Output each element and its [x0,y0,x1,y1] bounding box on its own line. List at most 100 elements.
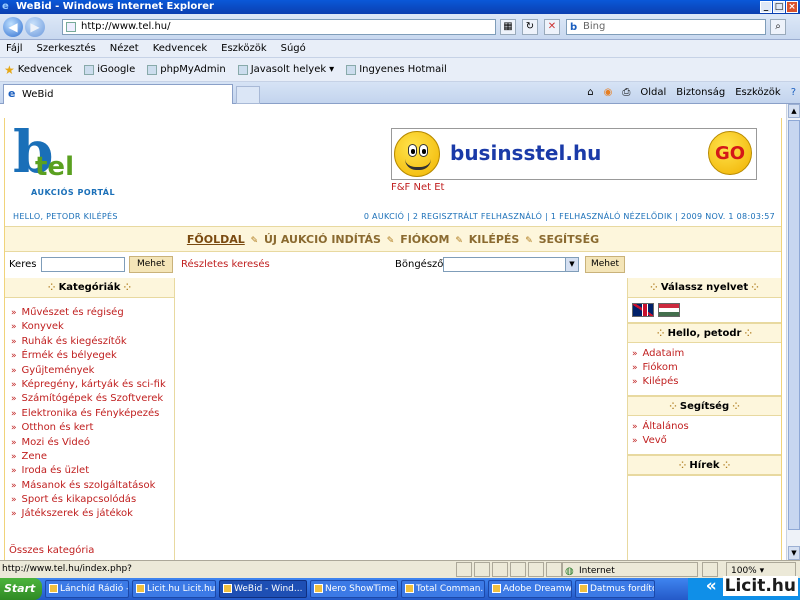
uk-flag-icon[interactable] [632,303,654,317]
site-search-input[interactable] [41,257,125,272]
user-greeting[interactable]: HELLO, PETODR KILÉPÉS [13,212,118,221]
site-container: b tel AUKCIÓS PORTÁL businsstel.hu GO F&… [4,118,782,560]
nav-logout[interactable]: KILÉPÉS [469,233,520,246]
tab-webid[interactable]: e WeBid [3,84,233,104]
category-item[interactable]: » Konyvek [11,320,174,334]
nav-help[interactable]: SEGÍTSÉG [539,233,600,246]
hungary-flag-icon[interactable] [658,303,680,317]
zoom-level[interactable]: 100% ▾ [726,562,796,577]
search-placeholder: Bing [583,21,606,32]
igoogle-icon [84,64,95,75]
nav-home[interactable]: FŐOLDAL [187,233,245,246]
help-box-header: ⁘ Segítség ⁘ [628,396,781,416]
refresh-icon[interactable]: ↻ [522,19,538,35]
task-licit[interactable]: Licit.hu Licit.hu... [132,580,216,598]
forward-button[interactable]: ▶ [25,17,45,37]
menu-file[interactable]: Fájl [6,40,23,57]
browse-go-button[interactable]: Mehet [585,256,625,273]
scroll-up-icon[interactable]: ▲ [788,104,800,118]
close-button[interactable]: × [786,1,798,13]
category-item[interactable]: » Érmék és bélyegek [11,349,174,363]
minimize-button[interactable]: _ [760,1,772,13]
link-my-account[interactable]: » Fiókom [632,361,781,375]
category-item[interactable]: » Gyűjtemények [11,364,174,378]
advanced-search-link[interactable]: Részletes keresés [181,254,270,276]
site-logo[interactable]: b tel AUKCIÓS PORTÁL [11,118,131,208]
fav-hotmail[interactable]: Ingyenes Hotmail [346,58,447,82]
hotmail-icon [346,64,357,75]
banner-caption: F&F Net Et [391,182,445,193]
scroll-thumb[interactable] [788,120,800,530]
nav-account[interactable]: FIÓKOM [400,233,449,246]
new-tab-button[interactable] [236,86,260,104]
cmd-safety[interactable]: Biztonság [676,85,725,101]
maximize-button[interactable]: □ [773,1,785,13]
user-box: ⁘ Hello, petodr ⁘ » Adataim » Fiókom » Kilé… [628,323,781,396]
nav-new-auction[interactable]: ÚJ AUKCIÓ INDÍTÁS [264,233,381,246]
window-titlebar: e WeBid - Windows Internet Explorer _ □ … [0,0,800,14]
category-item[interactable]: » Elektronika és Fényképezés [11,407,174,421]
fav-phpmyadmin[interactable]: phpMyAdmin [147,58,226,82]
category-item[interactable]: » Zene [11,450,174,464]
ie-icon: e [2,1,9,12]
link-logout[interactable]: » Kilépés [632,375,781,389]
favorites-bar: ★ Kedvencek iGoogle phpMyAdmin Javasolt h… [0,58,800,82]
ad-banner[interactable]: businsstel.hu GO [391,128,757,180]
menu-view[interactable]: Nézet [110,40,139,57]
category-item[interactable]: » Iroda és üzlet [11,464,174,478]
category-item[interactable]: » Képregény, kártyák és sci-fik [11,378,174,392]
fav-igoogle[interactable]: iGoogle [84,58,135,82]
category-item[interactable]: » Számítógépek és Szoftverek [11,392,174,406]
search-input[interactable]: b Bing [566,19,766,35]
favorites-button[interactable]: ★ Kedvencek [4,58,72,82]
category-item[interactable]: » Mozi és Videó [11,436,174,450]
search-icon[interactable]: ⌕ [770,19,786,35]
app-icon [136,584,145,593]
banner-go-button[interactable]: GO [708,131,752,175]
browse-select[interactable]: ▼ [443,257,579,272]
search-go-button[interactable]: Mehet [129,256,173,273]
fav-suggested-sites[interactable]: Javasolt helyek ▾ [237,58,334,82]
link-buyer[interactable]: » Vevő [632,434,781,448]
categories-header: ⁘ Kategóriák ⁘ [5,278,174,298]
news-box: ⁘ Hírek ⁘ [628,455,781,476]
cmd-page[interactable]: Oldal [640,85,666,101]
cmd-tools[interactable]: Eszközök [735,85,781,101]
category-item[interactable]: » Ruhák és kiegészítők [11,335,174,349]
task-nero[interactable]: Nero ShowTime [310,580,398,598]
url-input[interactable]: http://www.tel.hu/ [62,19,496,35]
menu-edit[interactable]: Szerkesztés [37,40,96,57]
category-item[interactable]: » Másanok és szolgáltatások [11,479,174,493]
link-my-data[interactable]: » Adataim [632,347,781,361]
menu-help[interactable]: Súgó [281,40,306,57]
scroll-down-icon[interactable]: ▼ [788,546,800,560]
menu-tools[interactable]: Eszközök [221,40,267,57]
help-icon[interactable]: ? [791,85,796,101]
protected-mode-icon[interactable] [702,562,718,577]
bullet-icon: ⁘ [741,329,753,339]
vertical-scrollbar[interactable]: ▲ ▼ [786,104,800,560]
category-item[interactable]: » Sport és kikapcsolódás [11,493,174,507]
task-lanchid-radio[interactable]: Lánchíd Rádió -... [45,580,129,598]
all-categories-link[interactable]: Összes kategória [9,545,94,556]
compat-view-icon[interactable]: ▦ [500,19,516,35]
smiley-icon [394,131,440,177]
security-zone[interactable]: ◍ Internet [562,562,698,577]
category-item[interactable]: » Otthon és kert [11,421,174,435]
category-item[interactable]: » Játékszerek és játékok [11,507,174,521]
task-datmus[interactable]: Datmus fordító [575,580,655,598]
task-dreamweaver[interactable]: Adobe Dreamw... [488,580,572,598]
print-icon[interactable]: ⎙ [622,85,630,101]
link-general[interactable]: » Általános [632,420,781,434]
task-total-commander[interactable]: Total Comman... [401,580,485,598]
category-item[interactable]: » Művészet és régiség [11,306,174,320]
start-button[interactable]: Start [0,578,42,600]
phpmyadmin-icon [147,64,158,75]
home-icon[interactable]: ⌂ [587,85,593,101]
task-webid[interactable]: WeBid - Wind... [219,580,307,598]
feeds-icon[interactable]: ◉ [604,85,613,101]
menu-favorites[interactable]: Kedvencek [153,40,207,57]
bullet-icon: ⁘ [47,283,59,293]
back-button[interactable]: ◀ [3,17,23,37]
stop-icon[interactable]: ✕ [544,19,560,35]
